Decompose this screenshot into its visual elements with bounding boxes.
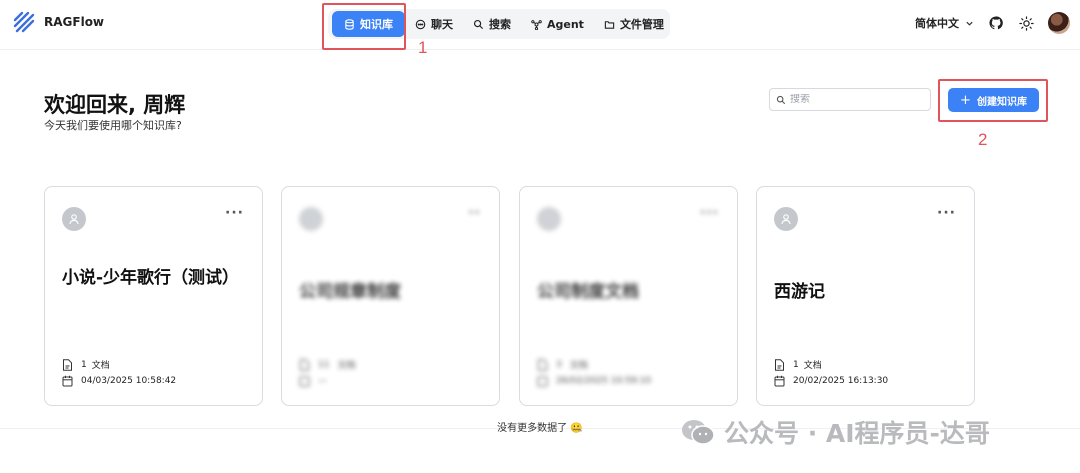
app-logo[interactable]: RAGFlow bbox=[12, 10, 104, 34]
annotation-box-1 bbox=[322, 3, 406, 50]
more-options-icon[interactable]: ··· bbox=[937, 205, 956, 221]
document-icon bbox=[63, 358, 72, 371]
kb-title: 公司规章制度 bbox=[299, 282, 401, 302]
github-icon[interactable] bbox=[988, 15, 1004, 31]
kb-doc-count: 1 文档 bbox=[62, 358, 110, 371]
knowledge-base-card[interactable]: ··· 小说-少年歌行（测试） 1 文档 04/03/2025 10:58:42 bbox=[44, 186, 263, 406]
calendar-icon bbox=[774, 375, 785, 387]
annotation-number-2: 2 bbox=[978, 130, 988, 149]
kb-doc-count: 11 文档 bbox=[299, 358, 355, 371]
chat-icon bbox=[415, 19, 426, 29]
user-avatar[interactable] bbox=[1048, 12, 1070, 34]
folder-icon bbox=[604, 20, 615, 29]
welcome-title: 欢迎回来, 周辉 bbox=[44, 93, 186, 117]
header-tools: 简体中文 bbox=[915, 12, 1070, 34]
search-input[interactable] bbox=[790, 94, 920, 105]
chevron-down-icon bbox=[966, 21, 973, 26]
knowledge-base-card[interactable]: ·· 公司规章制度 11 文档 — bbox=[281, 186, 500, 406]
nav-item-label: 聊天 bbox=[431, 18, 453, 31]
document-icon bbox=[775, 358, 784, 371]
user-icon bbox=[69, 214, 79, 225]
document-icon bbox=[538, 358, 547, 371]
kb-date: 20/02/2025 16:13:30 bbox=[774, 375, 888, 387]
more-options-icon[interactable]: ··· bbox=[225, 205, 244, 221]
search-icon bbox=[776, 95, 786, 104]
user-icon bbox=[781, 214, 791, 225]
kb-doc-count: 3 文档 bbox=[537, 358, 588, 371]
knowledge-base-card[interactable]: ··· 公司制度文档 3 文档 26/02/2025 10:59:10 bbox=[519, 186, 738, 406]
theme-sun-icon[interactable] bbox=[1018, 15, 1034, 31]
nav-item-agent[interactable]: Agent bbox=[521, 11, 594, 37]
kb-title: 公司制度文档 bbox=[537, 282, 639, 302]
kb-title: 西游记 bbox=[774, 282, 825, 302]
watermark: 公众号 · AI程序员-达哥 bbox=[680, 414, 990, 450]
kb-avatar bbox=[62, 207, 86, 231]
nav-item-label: 搜索 bbox=[489, 18, 511, 31]
language-label: 简体中文 bbox=[915, 17, 959, 30]
kb-avatar bbox=[299, 207, 323, 231]
calendar-icon bbox=[299, 376, 310, 387]
wechat-icon bbox=[682, 420, 715, 445]
kb-doc-count: 1 文档 bbox=[774, 358, 822, 371]
calendar-icon bbox=[537, 376, 548, 387]
calendar-icon bbox=[62, 375, 73, 387]
welcome-subtitle: 今天我们要使用哪个知识库? bbox=[44, 119, 182, 132]
kb-date: 26/02/2025 10:59:10 bbox=[537, 375, 651, 387]
kb-date: — bbox=[299, 375, 327, 387]
kb-date: 04/03/2025 10:58:42 bbox=[62, 375, 176, 387]
top-header: RAGFlow 知识库 聊天 搜索 Agent 文件管理 简体中文 bbox=[0, 0, 1080, 50]
annotation-number-1: 1 bbox=[418, 38, 428, 57]
document-icon bbox=[300, 358, 309, 371]
nav-item-label: Agent bbox=[547, 17, 584, 31]
language-selector[interactable]: 简体中文 bbox=[915, 15, 974, 31]
search-icon bbox=[473, 19, 484, 29]
nav-item-label: 文件管理 bbox=[619, 18, 664, 31]
ragflow-logo-icon bbox=[13, 11, 35, 33]
kb-title: 小说-少年歌行（测试） bbox=[62, 268, 240, 288]
watermark-text: 公众号 · AI程序员-达哥 bbox=[724, 419, 990, 448]
more-options-icon[interactable]: ·· bbox=[468, 205, 481, 221]
app-name: RAGFlow bbox=[44, 15, 105, 29]
more-options-icon[interactable]: ··· bbox=[700, 205, 719, 221]
kb-avatar bbox=[774, 207, 798, 231]
nav-item-search[interactable]: 搜索 bbox=[463, 11, 521, 37]
knowledge-base-card[interactable]: ··· 西游记 1 文档 20/02/2025 16:13:30 bbox=[756, 186, 975, 406]
annotation-box-2 bbox=[938, 79, 1048, 122]
knowledge-search bbox=[769, 88, 931, 111]
agent-icon bbox=[531, 19, 542, 30]
kb-avatar bbox=[537, 207, 561, 231]
nav-item-file-management[interactable]: 文件管理 bbox=[594, 11, 674, 37]
nav-item-chat[interactable]: 聊天 bbox=[405, 11, 463, 37]
